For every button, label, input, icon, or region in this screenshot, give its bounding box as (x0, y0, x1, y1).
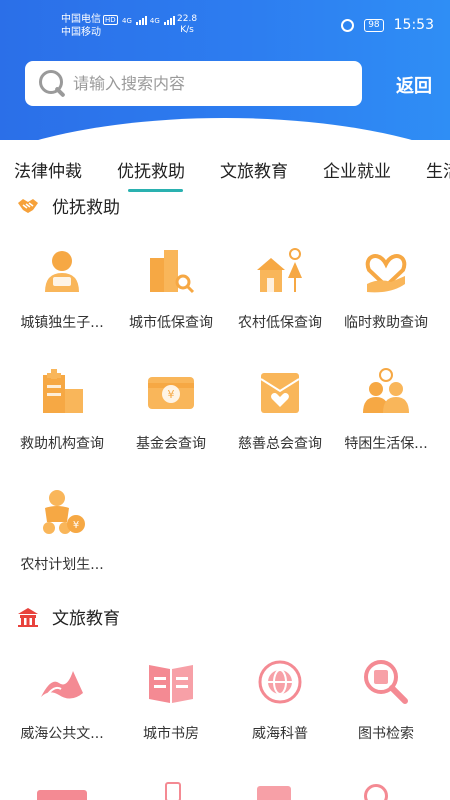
clock: 15:53 (393, 17, 434, 33)
grid-item-label: 城市低保查询 (129, 315, 213, 331)
charity-heart-envelope-icon (260, 373, 300, 413)
net-speed-value: 22.8 (177, 14, 198, 24)
search-box[interactable] (25, 61, 362, 106)
tab-care-assistance[interactable]: 优抚救助 (117, 157, 185, 182)
yuan-card-icon: ¥ (148, 377, 194, 409)
category-tabs: 法律仲裁 优抚救助 文旅教育 企业就业 生活 (0, 148, 450, 194)
status-bar: 中国电信 HD 中国移动 4G 4G 22.8 K/s 98 15:53 (0, 0, 450, 48)
network-type-2: 4G (149, 17, 160, 25)
section-title-text: 优抚救助 (52, 198, 120, 218)
grid-item[interactable]: 城市低保查询 (115, 246, 227, 332)
net-speed-unit: K/s (180, 25, 194, 35)
section-title-text: 文旅教育 (52, 609, 120, 629)
section-title-care-assistance: 优抚救助 (16, 193, 120, 218)
section-title-culture-education: 文旅教育 (16, 604, 120, 629)
heart-hand-icon (365, 254, 407, 293)
carrier-2: 中国移动 (61, 27, 101, 38)
grid-item-label: 特困生活保... (344, 436, 428, 452)
grid-item[interactable]: 图书检索 (330, 657, 442, 743)
grid-item-label: 基金会查询 (136, 436, 206, 452)
hospital-building-icon (43, 369, 83, 413)
carrier-info: 中国电信 HD 中国移动 (61, 13, 118, 39)
grid-item-label: 临时救助查询 (344, 315, 428, 331)
baby-yuan-icon: ¥ (43, 490, 85, 534)
net-speed: 22.8 K/s (177, 14, 197, 36)
people-group-icon (363, 368, 409, 413)
grid-item[interactable]: ¥ 基金会查询 (115, 367, 227, 453)
header-curve (0, 118, 450, 140)
grid-item[interactable]: 威海科普 (224, 657, 336, 743)
svg-text:¥: ¥ (168, 388, 175, 401)
tab-culture-education[interactable]: 文旅教育 (220, 157, 288, 182)
grid-item-label: 城镇独生子... (20, 315, 104, 331)
active-tab-indicator (128, 189, 183, 192)
grid-item[interactable]: 城市书房 (115, 657, 227, 743)
grid-item-label: 图书检索 (358, 726, 414, 742)
tab-life[interactable]: 生活 (426, 157, 450, 182)
subsidy-person-icon (45, 251, 79, 292)
culture-scroll-icon (41, 671, 83, 699)
search-input[interactable] (73, 74, 362, 93)
grid-row-partial (0, 780, 450, 800)
grid-item[interactable]: 慈善总会查询 (224, 367, 336, 453)
grid-item-label: 威海科普 (252, 726, 308, 742)
network-type-1: 4G (122, 17, 132, 25)
grid-item-label: 慈善总会查询 (238, 436, 322, 452)
book-search-icon (364, 660, 408, 704)
alarm-icon (341, 18, 355, 32)
city-building-search-icon (150, 250, 195, 294)
handshake-icon (18, 198, 38, 213)
grid-item-label: 城市书房 (143, 726, 199, 742)
grid-item-label: 威海公共文... (20, 726, 104, 742)
carrier-1: 中国电信 (61, 14, 101, 25)
grid-item[interactable]: 威海公共文... (6, 657, 118, 743)
grid-item-label: 救助机构查询 (20, 436, 104, 452)
partial-icon (165, 782, 181, 800)
svg-text:¥: ¥ (73, 520, 79, 531)
back-button[interactable]: 返回 (396, 72, 432, 98)
status-right: 98 15:53 (341, 17, 434, 33)
grid-item[interactable]: 特困生活保... (330, 367, 442, 453)
grid-item-label: 农村低保查询 (238, 315, 322, 331)
open-book-icon (149, 665, 193, 703)
signal-bars-icon (135, 16, 147, 25)
signal-indicators: 4G 4G (122, 16, 175, 25)
hd-badge: HD (103, 15, 118, 25)
signal-bars-icon (163, 16, 175, 25)
grid-item[interactable]: 临时救助查询 (330, 246, 442, 332)
grid-item[interactable]: 城镇独生子... (6, 246, 118, 332)
grid-item-label: 农村计划生... (20, 557, 104, 573)
battery-icon: 98 (364, 18, 384, 32)
partial-icon (257, 786, 291, 800)
science-globe-icon (258, 660, 302, 704)
grid-item[interactable]: ¥ 农村计划生... (6, 488, 118, 574)
search-icon (37, 68, 69, 100)
header: 中国电信HD 中国移动 4G 4G 22.8 K/s 98 15:53 返回 (0, 0, 450, 140)
partial-icon (364, 784, 388, 800)
partial-icon (37, 790, 87, 800)
grid-item[interactable]: 救助机构查询 (6, 367, 118, 453)
village-house-search-icon (257, 248, 302, 292)
grid-item[interactable]: 农村低保查询 (224, 246, 336, 332)
temple-icon (18, 607, 38, 627)
tab-legal-arbitration[interactable]: 法律仲裁 (14, 157, 82, 182)
tab-enterprise-employment[interactable]: 企业就业 (323, 157, 391, 182)
